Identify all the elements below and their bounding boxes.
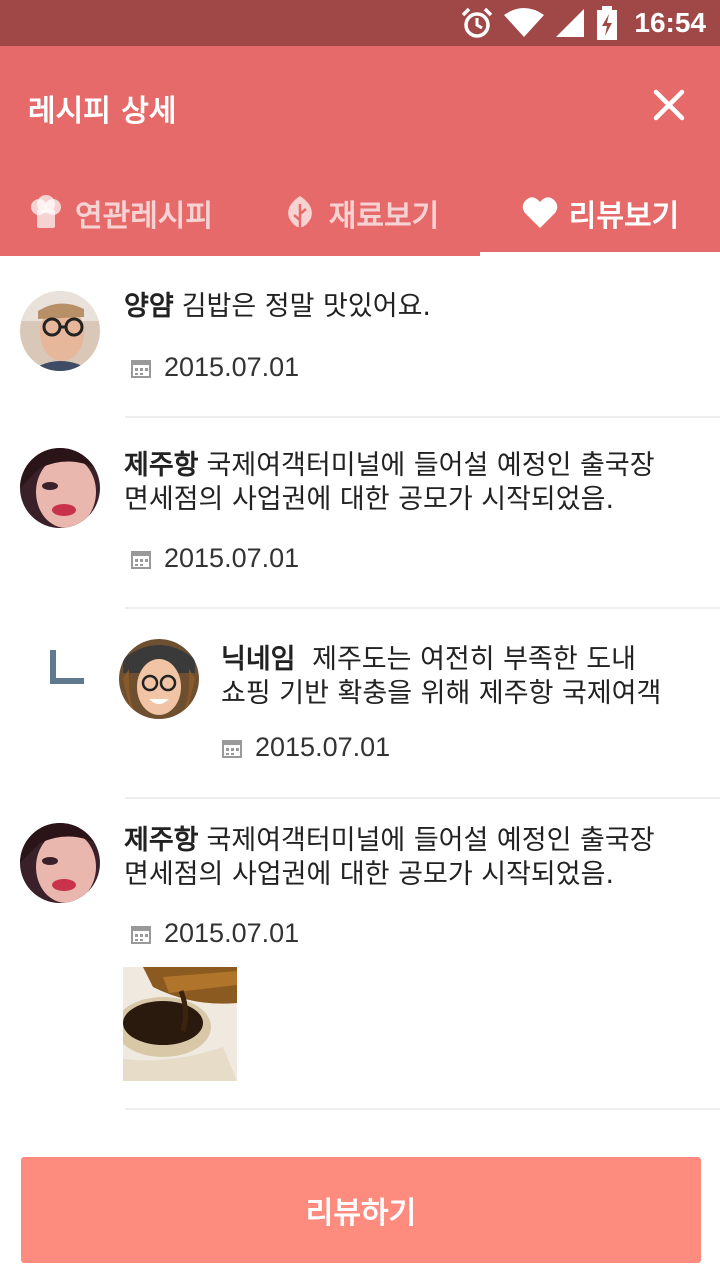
avatar xyxy=(20,291,100,371)
tab-label: 리뷰보기 xyxy=(568,199,680,234)
review-body-line1: 국제여객터미널에 들어설 예정인 출국장 xyxy=(206,450,655,481)
divider xyxy=(125,797,720,799)
review-date: 2015.07.01 xyxy=(130,918,299,949)
wifi-icon xyxy=(504,8,545,37)
status-time: 16:54 xyxy=(634,7,706,38)
avatar xyxy=(20,823,100,903)
alarm-icon xyxy=(462,7,493,38)
review-photo[interactable] xyxy=(123,967,237,1081)
review-nickname: 제주항 xyxy=(124,450,199,481)
review-body-line1: 제주도는 여전히 부족한 도내 xyxy=(312,644,636,675)
review-body-line1: 국제여객터미널에 들어설 예정인 출국장 xyxy=(206,825,655,856)
page-title: 레시피 상세 xyxy=(28,94,177,129)
divider xyxy=(125,607,720,609)
review-date-text: 2015.07.01 xyxy=(255,732,391,762)
tab-label: 연관레시피 xyxy=(75,199,213,234)
review-nickname: 닉네임 xyxy=(221,644,296,675)
review-nickname: 제주항 xyxy=(124,825,199,856)
battery-charging-icon xyxy=(597,6,618,40)
tab-related-recipes[interactable]: 연관레시피 xyxy=(0,170,240,256)
review-date-text: 2015.07.01 xyxy=(164,352,300,382)
calendar-icon xyxy=(222,739,242,758)
write-review-button[interactable]: 리뷰하기 xyxy=(21,1157,701,1263)
tab-bar: 연관레시피 재료보기 리뷰보기 xyxy=(0,170,720,256)
status-icons: 16:54 xyxy=(460,0,706,46)
heart-icon xyxy=(522,197,558,228)
tab-reviews[interactable]: 리뷰보기 xyxy=(480,170,720,256)
reply-arrow-icon xyxy=(50,650,84,684)
divider xyxy=(125,416,720,418)
tab-ingredients[interactable]: 재료보기 xyxy=(240,170,480,256)
calendar-icon xyxy=(131,550,151,569)
divider xyxy=(125,1108,720,1110)
tab-label: 재료보기 xyxy=(328,199,440,234)
app-bar: 레시피 상세 연관레시피 재료보기 리뷰보기 xyxy=(0,46,720,256)
calendar-icon xyxy=(131,925,151,944)
review-text: 닉네임 제주도는 여전히 부족한 도내 쇼핑 기반 확충을 위해 제주항 국제여… xyxy=(221,643,661,711)
review-body: 김밥은 정말 맛있어요. xyxy=(181,291,431,322)
review-date: 2015.07.01 xyxy=(221,732,390,763)
leaf-icon xyxy=(287,196,312,230)
close-icon[interactable] xyxy=(652,88,686,122)
review-body-line2: 쇼핑 기반 확충을 위해 제주항 국제여객 xyxy=(221,678,662,709)
status-bar: 16:54 xyxy=(0,0,720,46)
review-date-text: 2015.07.01 xyxy=(164,543,300,573)
avatar xyxy=(20,448,100,528)
review-date: 2015.07.01 xyxy=(130,352,299,383)
avatar xyxy=(119,639,199,719)
review-date: 2015.07.01 xyxy=(130,543,299,574)
calendar-icon xyxy=(131,359,151,378)
review-text: 제주항 국제여객터미널에 들어설 예정인 출국장 면세점의 사업권에 대한 공모가… xyxy=(124,449,655,517)
review-nickname: 양얌 xyxy=(124,291,174,322)
review-body-line2: 면세점의 사업권에 대한 공모가 시작되었음. xyxy=(124,859,615,890)
review-text: 양얌 김밥은 정말 맛있어요. xyxy=(124,290,431,324)
review-body-line2: 면세점의 사업권에 대한 공모가 시작되었음. xyxy=(124,484,615,515)
review-date-text: 2015.07.01 xyxy=(164,918,300,948)
review-text: 제주항 국제여객터미널에 들어설 예정인 출국장 면세점의 사업권에 대한 공모가… xyxy=(124,824,655,892)
chef-hat-icon xyxy=(31,195,61,228)
signal-icon xyxy=(556,9,585,37)
